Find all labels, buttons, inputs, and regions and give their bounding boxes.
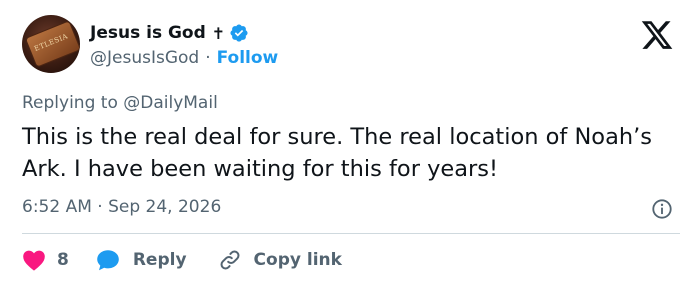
replying-to-prefix: Replying to (22, 93, 124, 113)
like-count: 8 (57, 250, 69, 270)
x-logo-icon[interactable] (637, 18, 677, 52)
author-name-row: Jesus is God ✝ (90, 21, 249, 45)
tweet-timestamp[interactable]: 6:52 AM · Sep 24, 2026 (22, 197, 221, 217)
replying-to-line: Replying to @DailyMail (22, 93, 218, 113)
author-name[interactable]: Jesus is God (90, 23, 206, 43)
action-bar: 8 Reply Copy link (22, 247, 342, 273)
info-icon[interactable] (651, 198, 673, 220)
verified-badge-icon (230, 24, 248, 42)
copy-link-label: Copy link (253, 250, 342, 270)
timestamp-separator: · (97, 197, 103, 217)
like-button[interactable]: 8 (22, 249, 69, 271)
tweet-time[interactable]: 6:52 AM (22, 197, 92, 217)
reply-button[interactable]: Reply (96, 249, 187, 271)
avatar-book-text: ETLESIA (33, 32, 70, 53)
reply-bubble-icon (97, 250, 119, 271)
avatar[interactable]: ETLESIA (22, 15, 80, 73)
heart-icon (23, 250, 45, 271)
copy-link-button[interactable]: Copy link (218, 248, 342, 272)
replying-to-mention[interactable]: @DailyMail (123, 93, 218, 113)
avatar-book-image: ETLESIA (26, 21, 80, 67)
cross-icon: ✝ (211, 23, 226, 43)
author-handle[interactable]: @JesusIsGod (90, 48, 199, 68)
handle-separator: · (205, 48, 211, 68)
reply-label: Reply (132, 250, 187, 270)
tweet-text: This is the real deal for sure. The real… (22, 124, 652, 182)
author-handle-row: @JesusIsGod · Follow (90, 48, 278, 68)
link-icon (220, 250, 240, 270)
tweet-date[interactable]: Sep 24, 2026 (108, 197, 221, 217)
divider (22, 233, 680, 234)
follow-button[interactable]: Follow (217, 48, 279, 68)
